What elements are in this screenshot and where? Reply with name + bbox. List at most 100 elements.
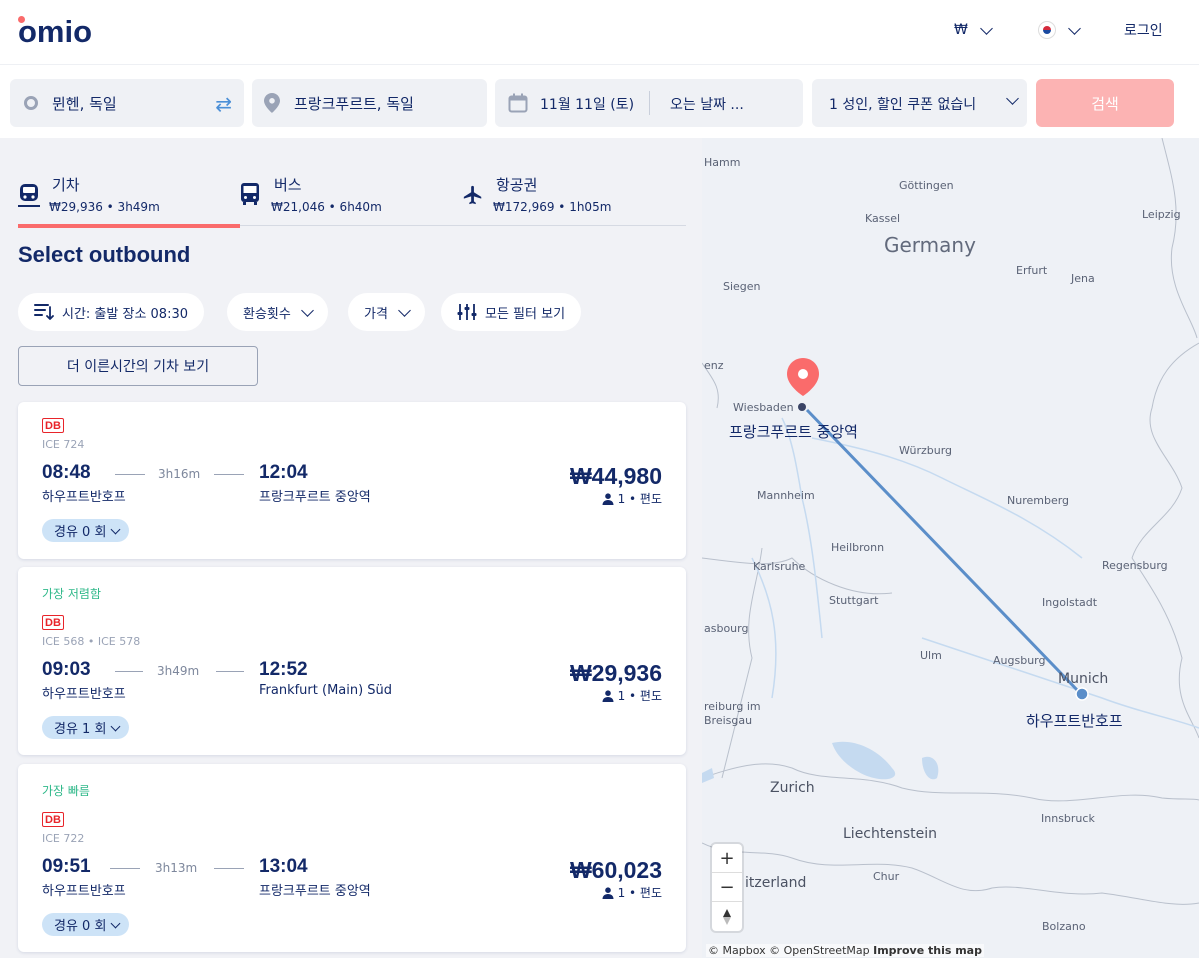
map-label: Wiesbaden bbox=[733, 401, 794, 414]
transport-tabs: 기차 ₩29,936 • 3h49m 버스 ₩21,046 • 6h40m 항공… bbox=[18, 172, 686, 228]
map-label: Ingolstadt bbox=[1042, 596, 1098, 609]
person-icon bbox=[602, 492, 614, 505]
map-label: Chur bbox=[873, 870, 900, 883]
to-station: 프랑크푸르트 중앙역 bbox=[259, 884, 371, 899]
map-label: Regensburg bbox=[1102, 559, 1168, 572]
origin-circle-icon bbox=[24, 96, 38, 110]
duration-line bbox=[110, 868, 140, 869]
chevron-down-icon bbox=[979, 21, 993, 35]
price-filter-chip[interactable]: 가격 bbox=[348, 293, 425, 331]
ticket-price: ₩29,936 bbox=[569, 660, 662, 686]
all-filters-chip[interactable]: 모든 필터 보기 bbox=[441, 293, 582, 331]
result-card[interactable]: DB ICE 724 08:48 3h16m 12:04 하우프트반호프 프랑크… bbox=[18, 402, 686, 559]
search-button[interactable]: 검색 bbox=[1036, 79, 1174, 127]
map-label: Innsbruck bbox=[1041, 812, 1095, 825]
currency-selector[interactable]: ₩ bbox=[954, 20, 993, 40]
route-map[interactable]: Hamm Göttingen Leipzig Kassel Germany Er… bbox=[702, 138, 1199, 958]
result-card[interactable]: 가장 빠름 DB ICE 722 09:51 3h13m 13:04 하우프트반… bbox=[18, 764, 686, 952]
origin-marker-icon bbox=[1075, 687, 1089, 701]
earlier-trains-button[interactable]: 더 이른시간의 기차 보기 bbox=[18, 346, 258, 386]
map-label: Karlsruhe bbox=[753, 560, 806, 573]
destination-station-label: 프랑크푸르트 중앙역 bbox=[729, 423, 858, 441]
duration-line bbox=[214, 474, 244, 475]
calendar-icon bbox=[508, 93, 528, 113]
sort-icon bbox=[34, 304, 54, 320]
stops-label: 경유 0 회 bbox=[54, 919, 107, 934]
tab-flight[interactable]: 항공권 ₩172,969 • 1h05m bbox=[462, 172, 686, 226]
passengers-field[interactable]: 1 성인, 할인 쿠폰 없습니 bbox=[812, 79, 1027, 127]
transfers-filter-chip[interactable]: 환승횟수 bbox=[227, 293, 328, 331]
search-bar: 뮌헨, 독일 ⇄ 프랑크푸르트, 독일 11월 11일 (토) 오는 날짜 ..… bbox=[0, 64, 1199, 138]
compass-icon bbox=[723, 908, 731, 925]
page-title: Select outbound bbox=[18, 242, 191, 267]
train-number: ICE 568 • ICE 578 bbox=[42, 635, 141, 648]
map-label: Siegen bbox=[723, 280, 761, 293]
map-country-label: itzerland bbox=[745, 875, 807, 891]
sort-filter-chip[interactable]: 시간: 출발 장소 08:30 bbox=[18, 293, 205, 331]
origin-field[interactable]: 뮌헨, 독일 ⇄ bbox=[10, 79, 244, 127]
stops-toggle[interactable]: 경유 0 회 bbox=[42, 913, 130, 936]
stops-toggle[interactable]: 경유 1 회 bbox=[42, 716, 130, 739]
map-label: Erfurt bbox=[1016, 264, 1048, 277]
map-label: Kassel bbox=[865, 212, 901, 225]
attribution-text[interactable]: © Mapbox © OpenStreetMap bbox=[708, 944, 870, 957]
chevron-down-icon bbox=[110, 721, 121, 731]
korea-flag-icon bbox=[1038, 21, 1056, 39]
map-label: Leipzig bbox=[1142, 208, 1181, 221]
location-pin-icon bbox=[264, 93, 280, 113]
arrive-time: 12:04 bbox=[259, 462, 308, 483]
person-icon bbox=[602, 689, 614, 702]
transfers-filter-label: 환승횟수 bbox=[243, 306, 291, 322]
to-station: Frankfurt (Main) Süd bbox=[259, 683, 393, 698]
train-number: ICE 722 bbox=[42, 832, 85, 845]
stops-label: 경유 1 회 bbox=[54, 722, 107, 737]
chevron-down-icon bbox=[110, 918, 121, 928]
duration-line bbox=[216, 671, 244, 672]
map-label: Mannheim bbox=[757, 489, 815, 502]
duration-line bbox=[115, 671, 143, 672]
stops-toggle[interactable]: 경유 0 회 bbox=[42, 519, 130, 542]
result-card[interactable]: 가장 저렴함 DB ICE 568 • ICE 578 09:03 3h49m … bbox=[18, 567, 686, 755]
zoom-controls: + − bbox=[712, 844, 742, 931]
db-logo: DB bbox=[42, 418, 64, 433]
omio-logo[interactable]: omio bbox=[18, 14, 92, 50]
language-selector[interactable] bbox=[1038, 20, 1081, 40]
passenger-info: 1 • 편도 bbox=[602, 884, 662, 901]
duration-line bbox=[214, 868, 244, 869]
map-label: Nuremberg bbox=[1007, 494, 1070, 507]
chevron-down-icon bbox=[1006, 92, 1019, 105]
tab-bus[interactable]: 버스 ₩21,046 • 6h40m bbox=[240, 172, 462, 226]
active-tab-indicator bbox=[18, 224, 240, 228]
top-header: omio ₩ 로그인 bbox=[0, 0, 1199, 64]
map-label: reiburg im Breisgau bbox=[704, 700, 761, 727]
duration-line bbox=[115, 474, 145, 475]
from-station: 하우프트반호프 bbox=[42, 490, 126, 505]
map-label: Munich bbox=[1058, 671, 1109, 687]
arrive-time: 12:52 bbox=[259, 659, 308, 680]
from-station: 하우프트반호프 bbox=[42, 884, 126, 899]
map-label: Stuttgart bbox=[829, 594, 879, 607]
train-number: ICE 724 bbox=[42, 438, 85, 451]
from-station: 하우프트반호프 bbox=[42, 687, 126, 702]
destination-field[interactable]: 프랑크푸르트, 독일 bbox=[252, 79, 487, 127]
trip-duration: 3h49m bbox=[157, 664, 200, 678]
depart-date-value[interactable]: 11월 11일 (토) bbox=[540, 94, 634, 114]
tab-train-label: 기차 bbox=[52, 176, 80, 194]
map-label: Liechtenstein bbox=[843, 826, 938, 842]
passenger-info: 1 • 편도 bbox=[602, 490, 662, 507]
login-link[interactable]: 로그인 bbox=[1124, 20, 1163, 40]
date-field[interactable]: 11월 11일 (토) 오는 날짜 ... bbox=[495, 79, 803, 127]
passenger-text: 1 • 편도 bbox=[617, 886, 662, 900]
zoom-in-button[interactable]: + bbox=[712, 844, 742, 873]
arrive-time: 13:04 bbox=[259, 856, 308, 877]
swap-icon[interactable]: ⇄ bbox=[215, 92, 232, 116]
compass-button[interactable] bbox=[712, 902, 742, 931]
price-filter-label: 가격 bbox=[364, 306, 388, 322]
tab-train[interactable]: 기차 ₩29,936 • 3h49m bbox=[18, 172, 240, 228]
return-date-placeholder[interactable]: 오는 날짜 ... bbox=[670, 94, 744, 114]
ticket-price: ₩60,023 bbox=[569, 857, 662, 883]
zoom-out-button[interactable]: − bbox=[712, 873, 742, 902]
improve-map-link[interactable]: Improve this map bbox=[873, 944, 982, 957]
results-panel: 기차 ₩29,936 • 3h49m 버스 ₩21,046 • 6h40m 항공… bbox=[0, 138, 702, 958]
map-label: Jena bbox=[1071, 272, 1095, 285]
